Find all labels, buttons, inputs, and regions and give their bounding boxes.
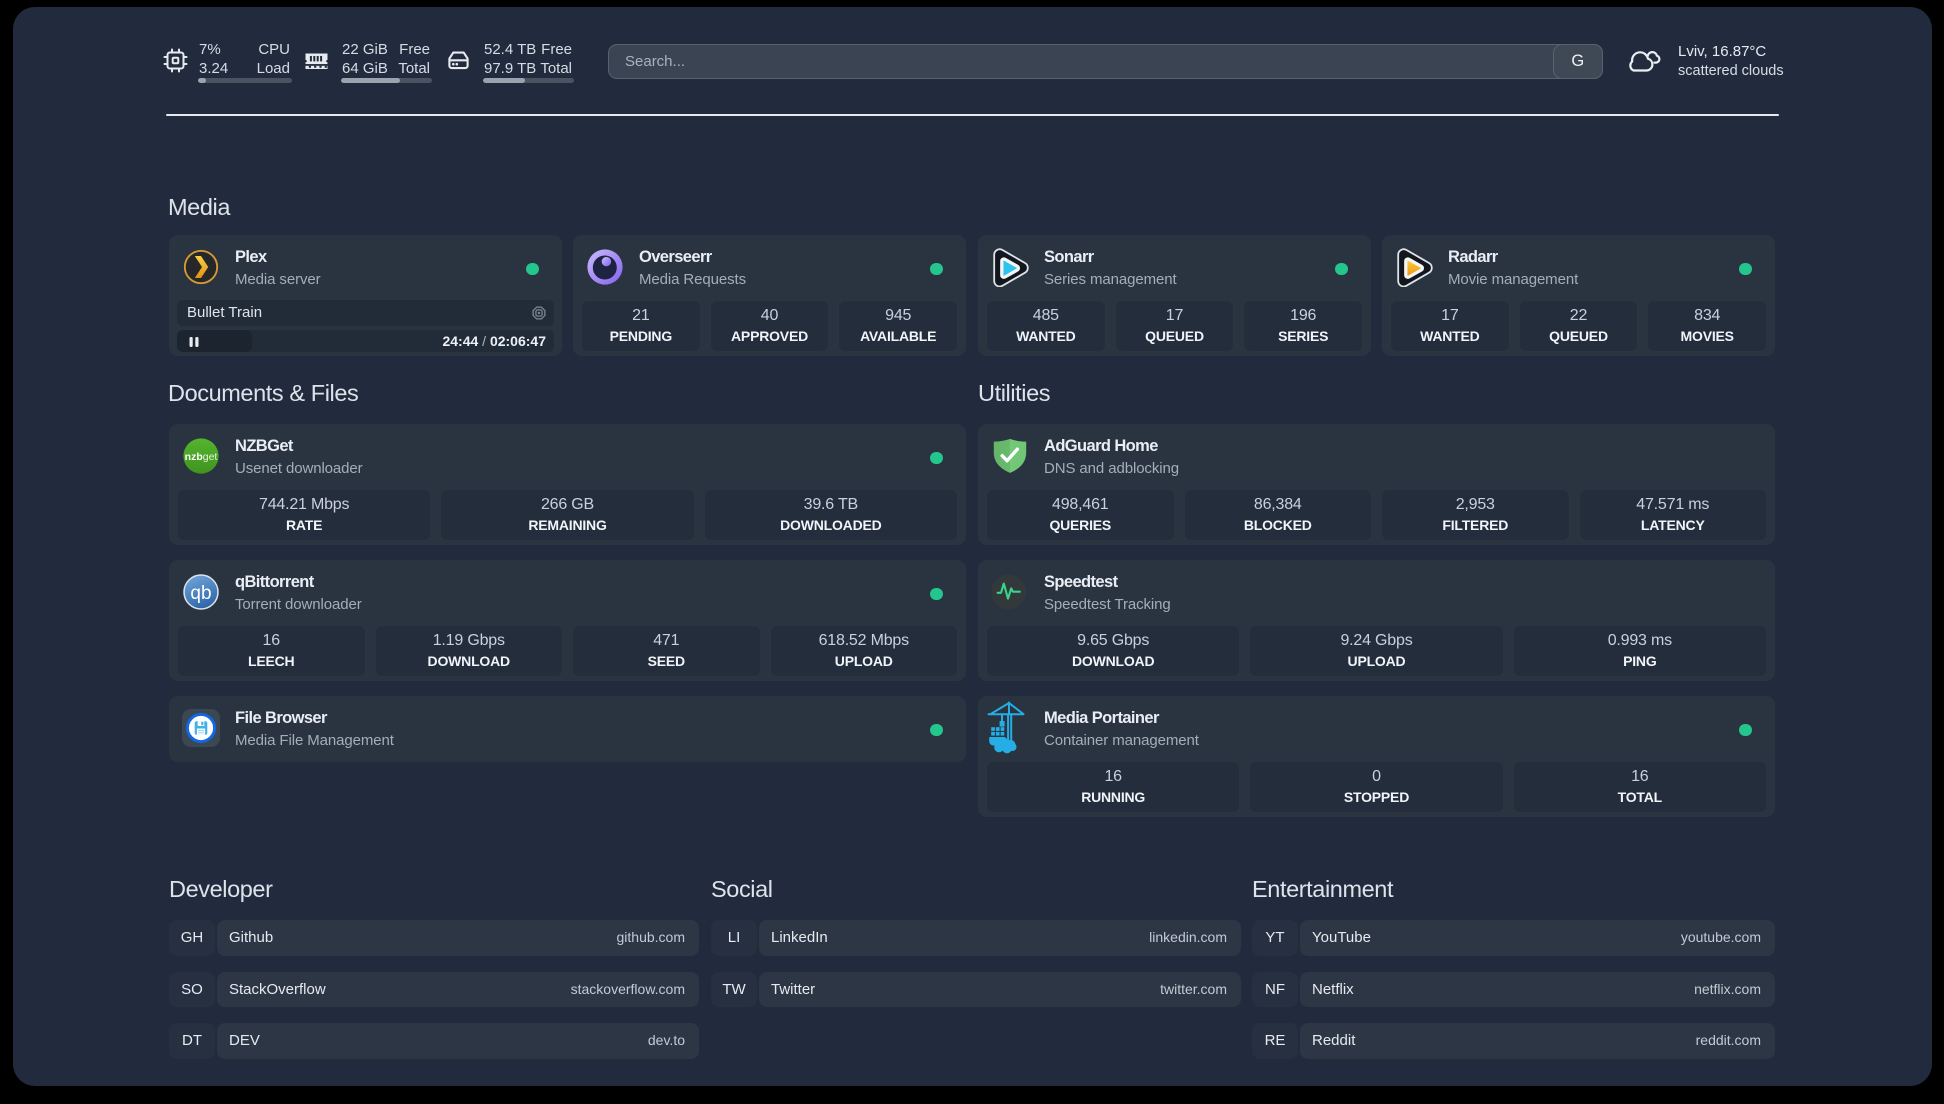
svg-text:nzbget: nzbget xyxy=(185,451,218,463)
svg-text:qb: qb xyxy=(190,583,211,604)
